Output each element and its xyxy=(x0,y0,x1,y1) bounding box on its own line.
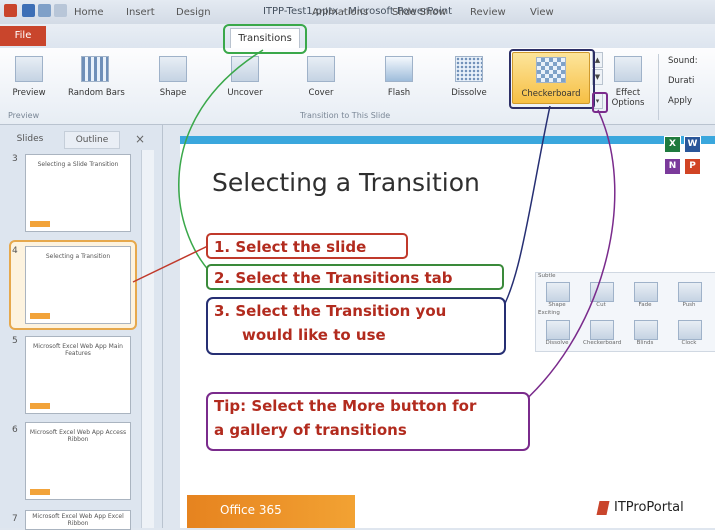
annotation-step-3-line-2: would like to use xyxy=(242,326,386,344)
annotation-tip: Tip: Select the More button for a galler… xyxy=(206,392,530,451)
annotation-step-3-line-1: 3. Select the Transition you xyxy=(214,302,447,320)
more-button-highlight xyxy=(592,92,608,113)
checkerboard-connector xyxy=(495,105,551,319)
slide-connector xyxy=(132,243,213,283)
annotation-step-3: 3. Select the Transition you would like … xyxy=(206,297,506,355)
transitions-tab-highlight xyxy=(223,24,307,54)
annotation-tip-line-1: Tip: Select the More button for xyxy=(214,397,477,415)
annotation-tip-line-2: a gallery of transitions xyxy=(214,421,407,439)
annotation-step-2: 2. Select the Transitions tab xyxy=(206,264,504,290)
annotation-step-1: 1. Select the slide xyxy=(206,233,408,259)
more-connector xyxy=(513,109,616,411)
checkerboard-highlight xyxy=(509,49,595,109)
